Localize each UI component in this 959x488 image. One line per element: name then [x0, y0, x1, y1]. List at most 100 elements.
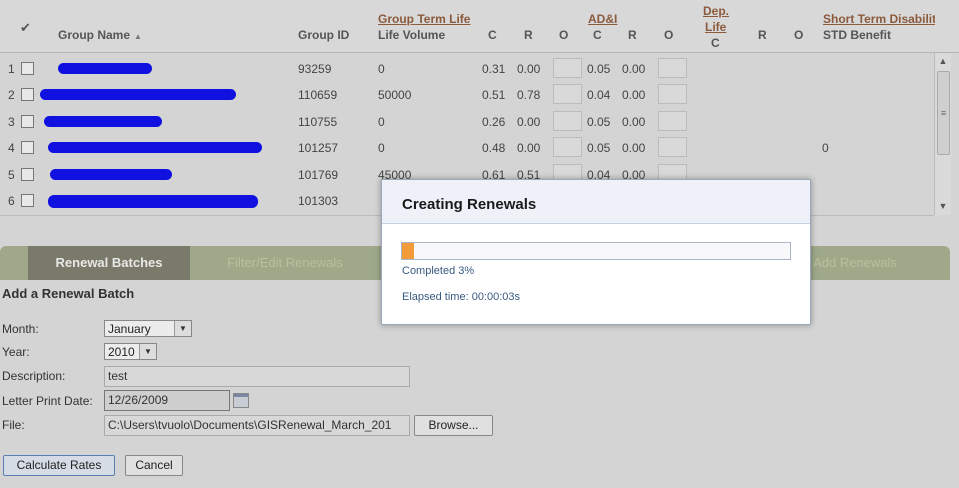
gtl-c-cell: 0.26	[482, 115, 506, 129]
dep-life-r-column-header: R	[758, 28, 767, 42]
grid-vertical-scrollbar[interactable]: ▲ ≡ ▼	[934, 53, 951, 215]
row-number: 6	[8, 194, 15, 208]
std-benefit-column-header[interactable]: STD Benefit	[823, 28, 891, 42]
chevron-down-icon: ▼	[139, 344, 156, 359]
year-selected-value: 2010	[108, 345, 135, 359]
month-label: Month:	[2, 322, 39, 336]
adnd-c-cell: 0.05	[587, 141, 611, 155]
adnd-header-link[interactable]: AD&I	[588, 12, 617, 26]
row-checkbox[interactable]	[21, 88, 34, 101]
redacted-group-name	[50, 169, 172, 180]
row-checkbox[interactable]	[21, 194, 34, 207]
row-checkbox[interactable]	[21, 168, 34, 181]
group-term-life-header-link[interactable]: Group Term Life	[378, 12, 470, 26]
row-number: 2	[8, 88, 15, 102]
group-name-header-label: Group Name	[58, 28, 131, 42]
row-number: 1	[8, 62, 15, 76]
scroll-down-icon[interactable]: ▼	[935, 199, 951, 213]
adnd-r-cell: 0.00	[622, 141, 646, 155]
row-checkbox[interactable]	[21, 62, 34, 75]
group-id-cell: 101769	[298, 168, 339, 182]
short-term-disability-header-link[interactable]: Short Term Disabilit	[823, 12, 935, 26]
redacted-group-name	[44, 116, 162, 127]
redacted-group-name	[48, 142, 262, 153]
gtl-o-input[interactable]	[553, 111, 582, 131]
adnd-o-input[interactable]	[658, 137, 687, 157]
gtl-c-cell: 0.48	[482, 141, 506, 155]
group-name-column-header[interactable]: Group Name ▲	[58, 28, 142, 42]
scroll-thumb[interactable]: ≡	[937, 71, 950, 155]
file-path-input[interactable]: C:\Users\tvuolo\Documents\GISRenewal_Mar…	[104, 415, 410, 436]
group-id-column-header[interactable]: Group ID	[298, 28, 349, 42]
cancel-button[interactable]: Cancel	[125, 455, 183, 476]
form-title: Add a Renewal Batch	[2, 286, 135, 301]
dep-life-o-column-header: O	[794, 28, 804, 42]
dep-life-header-link-line1[interactable]: Dep.	[703, 4, 729, 18]
tab-filter-edit-renewals[interactable]: Filter/Edit Renewals	[205, 246, 365, 280]
month-selected-value: January	[108, 322, 151, 336]
gtl-o-input[interactable]	[553, 84, 582, 104]
row-number: 3	[8, 115, 15, 129]
dep-life-c-column-header: C	[711, 36, 720, 50]
adnd-c-column-header: C	[593, 28, 602, 42]
life-volume-cell: 50000	[378, 88, 412, 102]
group-id-cell: 101303	[298, 194, 339, 208]
gtl-c-cell: 0.51	[482, 88, 506, 102]
adnd-r-cell: 0.00	[622, 88, 646, 102]
file-label: File:	[2, 418, 25, 432]
row-number: 5	[8, 168, 15, 182]
row-checkbox[interactable]	[21, 115, 34, 128]
table-row[interactable]: 3 110755 0 0.26 0.00 0.05 0.00	[0, 108, 934, 134]
select-all-check-icon[interactable]: ✔	[20, 20, 31, 36]
adnd-o-input[interactable]	[658, 58, 687, 78]
adnd-o-column-header: O	[664, 28, 674, 42]
year-select[interactable]: 2010 ▼	[104, 343, 157, 360]
group-id-cell: 110755	[298, 115, 338, 129]
gtl-o-column-header: O	[559, 28, 569, 42]
calculate-rates-button[interactable]: Calculate Rates	[3, 455, 115, 476]
letter-print-date-input[interactable]: 12/26/2009	[104, 390, 230, 411]
browse-button[interactable]: Browse...	[414, 415, 493, 436]
adnd-o-input[interactable]	[658, 84, 687, 104]
gtl-o-input[interactable]	[553, 137, 582, 157]
description-label: Description:	[2, 369, 66, 383]
table-row[interactable]: 2 110659 50000 0.51 0.78 0.04 0.00	[0, 81, 934, 107]
std-benefit-cell: 0	[822, 141, 829, 155]
group-id-cell: 101257	[298, 141, 339, 155]
life-volume-cell: 0	[378, 115, 385, 129]
dep-life-header-link-line2[interactable]: Life	[705, 20, 726, 34]
letter-print-date-label: Letter Print Date:	[2, 394, 93, 408]
scroll-up-icon[interactable]: ▲	[935, 54, 951, 68]
description-input[interactable]: test	[104, 366, 410, 387]
group-id-cell: 93259	[298, 62, 332, 76]
row-checkbox[interactable]	[21, 141, 34, 154]
life-volume-column-header[interactable]: Life Volume	[378, 28, 445, 42]
table-row[interactable]: 1 93259 0 0.31 0.00 0.05 0.00	[0, 55, 934, 81]
dialog-title: Creating Renewals	[402, 196, 537, 213]
month-select[interactable]: January ▼	[104, 320, 192, 337]
table-row[interactable]: 4 101257 0 0.48 0.00 0.05 0.00 0	[0, 134, 934, 160]
gtl-c-column-header: C	[488, 28, 497, 42]
sort-ascending-icon: ▲	[134, 32, 142, 41]
redacted-group-name	[48, 195, 258, 208]
calendar-icon[interactable]	[233, 393, 249, 408]
tab-add-renewals[interactable]: Add Renewals	[800, 246, 910, 280]
adnd-c-cell: 0.05	[587, 115, 611, 129]
redacted-group-name	[40, 89, 236, 100]
gtl-r-column-header: R	[524, 28, 533, 42]
gtl-o-input[interactable]	[553, 58, 582, 78]
adnd-c-cell: 0.05	[587, 62, 611, 76]
progress-bar	[401, 242, 791, 260]
tab-renewal-batches[interactable]: Renewal Batches	[28, 246, 190, 280]
life-volume-cell: 0	[378, 62, 385, 76]
adnd-o-input[interactable]	[658, 111, 687, 131]
completed-percent-text: Completed 3%	[402, 265, 475, 277]
creating-renewals-dialog: Creating Renewals Completed 3% Elapsed t…	[381, 179, 811, 325]
life-volume-cell: 0	[378, 141, 385, 155]
adnd-c-cell: 0.04	[587, 88, 611, 102]
gtl-r-cell: 0.00	[517, 115, 541, 129]
year-label: Year:	[2, 345, 30, 359]
grid-header: ✔ Group Name ▲ Group ID Group Term Life L…	[0, 0, 959, 53]
group-id-cell: 110659	[298, 88, 338, 102]
gtl-r-cell: 0.00	[517, 62, 541, 76]
